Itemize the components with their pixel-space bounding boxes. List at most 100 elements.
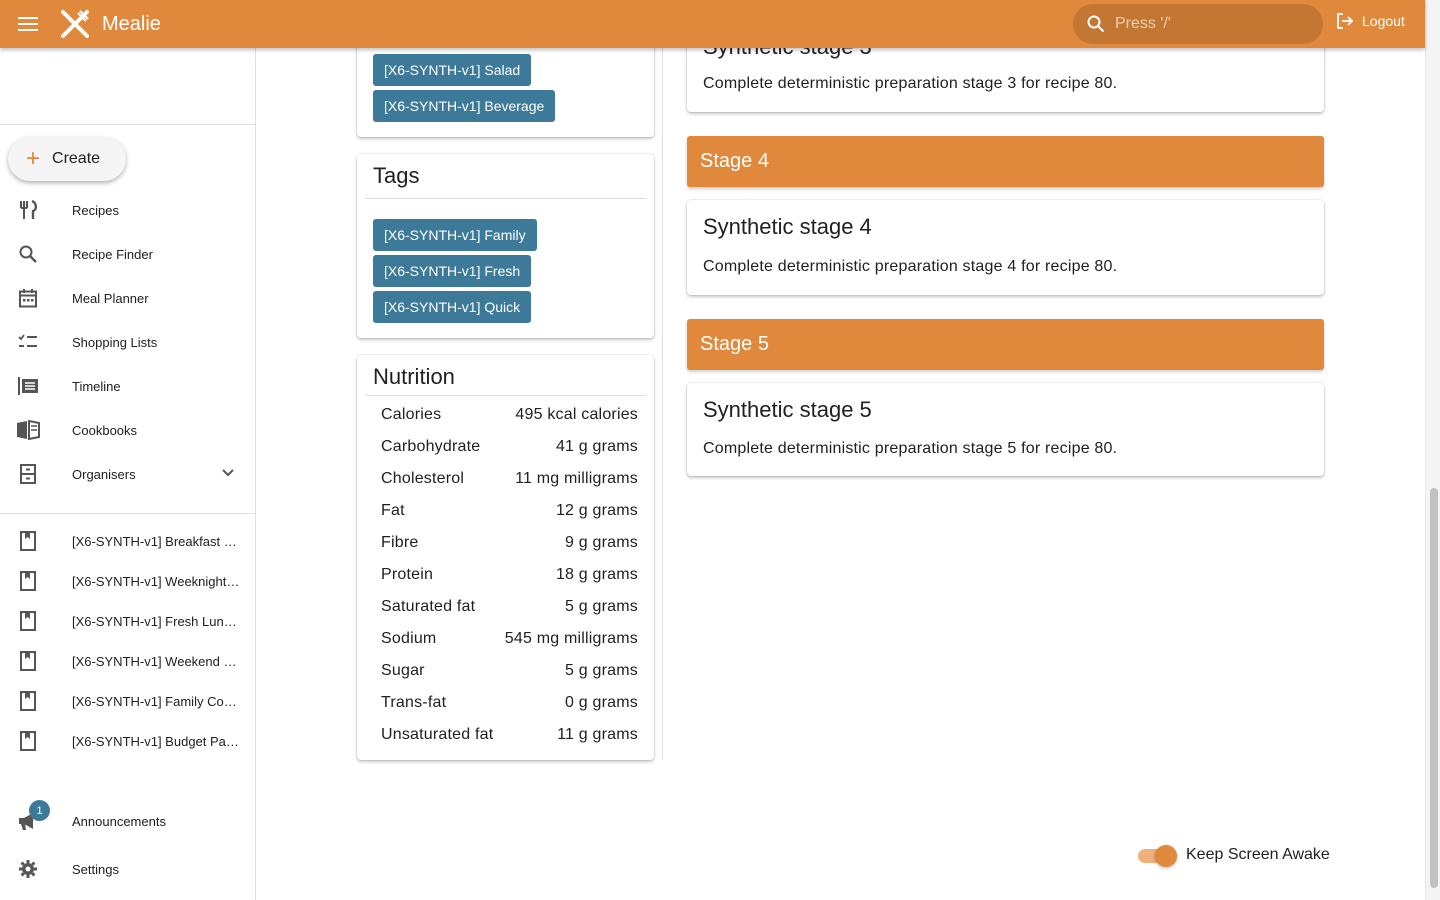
sidebar-item-announcements[interactable]: 1 Announcements [0,799,255,843]
column-divider [662,48,663,760]
fork-knife-icon [20,200,38,219]
app-logo[interactable]: Mealie [58,7,161,41]
logout-label: Logout [1362,13,1405,29]
sidebar-cookbook-item[interactable]: [X6-SYNTH-v1] Breakfast Favorites [0,519,255,563]
stage-4-header: Stage 4 [687,136,1324,187]
card-divider [365,198,646,199]
nutrition-row: Cholesterol 11 mg milligrams [381,463,638,495]
bookmark-book-icon [20,571,36,591]
step-card-4: Synthetic stage 4 Complete deterministic… [687,200,1324,295]
nutrition-row: Trans-fat 0 g grams [381,687,638,719]
step-text: Complete deterministic preparation stage… [703,440,1118,457]
cookbook-label: [X6-SYNTH-v1] Breakfast Favorites [72,533,240,549]
sidebar-item-label: Announcements [72,813,166,829]
nutrition-label: Sodium [381,630,437,647]
tags-title: Tags [373,163,420,188]
sidebar-item-label: Cookbooks [72,422,138,438]
cookbook-label: [X6-SYNTH-v1] Weeknight Dinners [72,573,240,589]
nutrition-value: 11 mg milligrams [515,470,638,487]
step-text: Complete deterministic preparation stage… [703,258,1118,275]
book-open-icon [17,420,40,440]
category-chip[interactable]: [X6-SYNTH-v1] Beverage [373,90,556,122]
tag-chip[interactable]: [X6-SYNTH-v1] Quick [373,291,532,323]
sidebar: + Create Recipes Recipe Finder Meal Plan… [0,48,256,900]
sidebar-item-settings[interactable]: Settings [0,847,255,891]
page-scrollbar[interactable] [1425,0,1440,900]
app-title: Mealie [102,12,161,35]
nutrition-label: Fibre [381,534,419,551]
sidebar-item-label: Recipes [72,202,119,218]
nutrition-value: 12 g grams [555,502,638,519]
chevron-down-icon[interactable] [221,466,235,480]
sidebar-item-shopping-lists[interactable]: Shopping Lists [0,320,255,364]
menu-button[interactable] [0,0,56,48]
fork-knife-logo-icon [61,10,89,38]
sidebar-divider [0,513,255,514]
nutrition-label: Protein [381,566,434,583]
bookmark-book-icon [20,731,36,751]
hamburger-icon [18,17,38,31]
sidebar-item-organisers[interactable]: Organisers [0,452,255,496]
nutrition-value: 41 g grams [555,438,638,455]
sidebar-item-label: Settings [72,861,119,877]
step-text: Complete deterministic preparation stage… [703,75,1118,92]
app-bar: Mealie Logout [0,0,1425,48]
nutrition-value: 0 g grams [565,694,638,711]
sidebar-item-label: Timeline [72,378,121,394]
sidebar-cookbook-item[interactable]: [X6-SYNTH-v1] Family Comfort [0,679,255,723]
cookbook-label: [X6-SYNTH-v1] Family Comfort [72,693,240,709]
sidebar-item-timeline[interactable]: Timeline [0,364,255,408]
sidebar-item-label: Organisers [72,466,136,482]
search-box[interactable] [1073,4,1323,44]
nutrition-value: 11 g grams [557,726,638,743]
sidebar-item-label: Shopping Lists [72,334,158,350]
sidebar-cookbook-item[interactable]: [X6-SYNTH-v1] Budget Pantry [0,719,255,763]
nutrition-label: Fat [381,502,405,519]
nutrition-title: Nutrition [373,364,455,389]
tags-card: Tags [X6-SYNTH-v1] Family [X6-SYNTH-v1] … [357,154,654,338]
cookbook-label: [X6-SYNTH-v1] Fresh Lunches [72,613,240,629]
cookbook-label: [X6-SYNTH-v1] Budget Pantry [72,733,240,749]
nutrition-label: Carbohydrate [381,438,481,455]
nutrition-label: Calories [381,406,442,423]
sidebar-item-label: Meal Planner [72,290,149,306]
keep-screen-awake-toggle[interactable] [1138,845,1178,867]
cookbook-label: [X6-SYNTH-v1] Weekend Baking [72,653,240,669]
bookmark-book-icon [20,531,36,551]
nutrition-row: Fibre 9 g grams [381,527,638,559]
plus-icon: + [26,145,41,172]
gear-icon [19,860,37,878]
calendar-icon [19,289,37,308]
sidebar-cookbook-item[interactable]: [X6-SYNTH-v1] Weeknight Dinners [0,559,255,603]
create-label: Create [52,150,101,167]
nutrition-label: Cholesterol [381,470,465,487]
sidebar-item-meal-planner[interactable]: Meal Planner [0,276,255,320]
nutrition-row: Sugar 5 g grams [381,655,638,687]
sidebar-cookbook-item[interactable]: [X6-SYNTH-v1] Weekend Baking [0,639,255,683]
announcements-badge: 1 [29,800,50,821]
scrollbar-thumb[interactable] [1430,488,1438,888]
create-button[interactable]: + Create [8,137,126,181]
category-chip[interactable]: [X6-SYNTH-v1] Salad [373,54,532,86]
sidebar-divider [0,124,255,125]
file-cabinet-icon [20,464,36,484]
step-title: Synthetic stage 4 [703,214,872,239]
logout-button[interactable]: Logout [1336,12,1405,30]
search-input[interactable] [1115,15,1295,33]
tag-chip[interactable]: [X6-SYNTH-v1] Family [373,219,537,251]
toggle-thumb [1155,845,1177,867]
sidebar-item-cookbooks[interactable]: Cookbooks [0,408,255,452]
bookmark-book-icon [20,651,36,671]
nutrition-label: Sugar [381,662,425,679]
logout-icon [1337,13,1354,29]
sidebar-cookbook-item[interactable]: [X6-SYNTH-v1] Fresh Lunches [0,599,255,643]
sidebar-item-recipes[interactable]: Recipes [0,188,255,232]
search-icon [1087,15,1105,33]
sidebar-item-recipe-finder[interactable]: Recipe Finder [0,232,255,276]
nutrition-row: Sodium 545 mg milligrams [381,623,638,655]
tag-chip[interactable]: [X6-SYNTH-v1] Fresh [373,255,532,287]
nutrition-label: Unsaturated fat [381,726,494,743]
nutrition-value: 495 kcal calories [515,406,638,423]
stage-5-header: Stage 5 [687,319,1324,370]
nutrition-value: 545 mg milligrams [504,630,638,647]
